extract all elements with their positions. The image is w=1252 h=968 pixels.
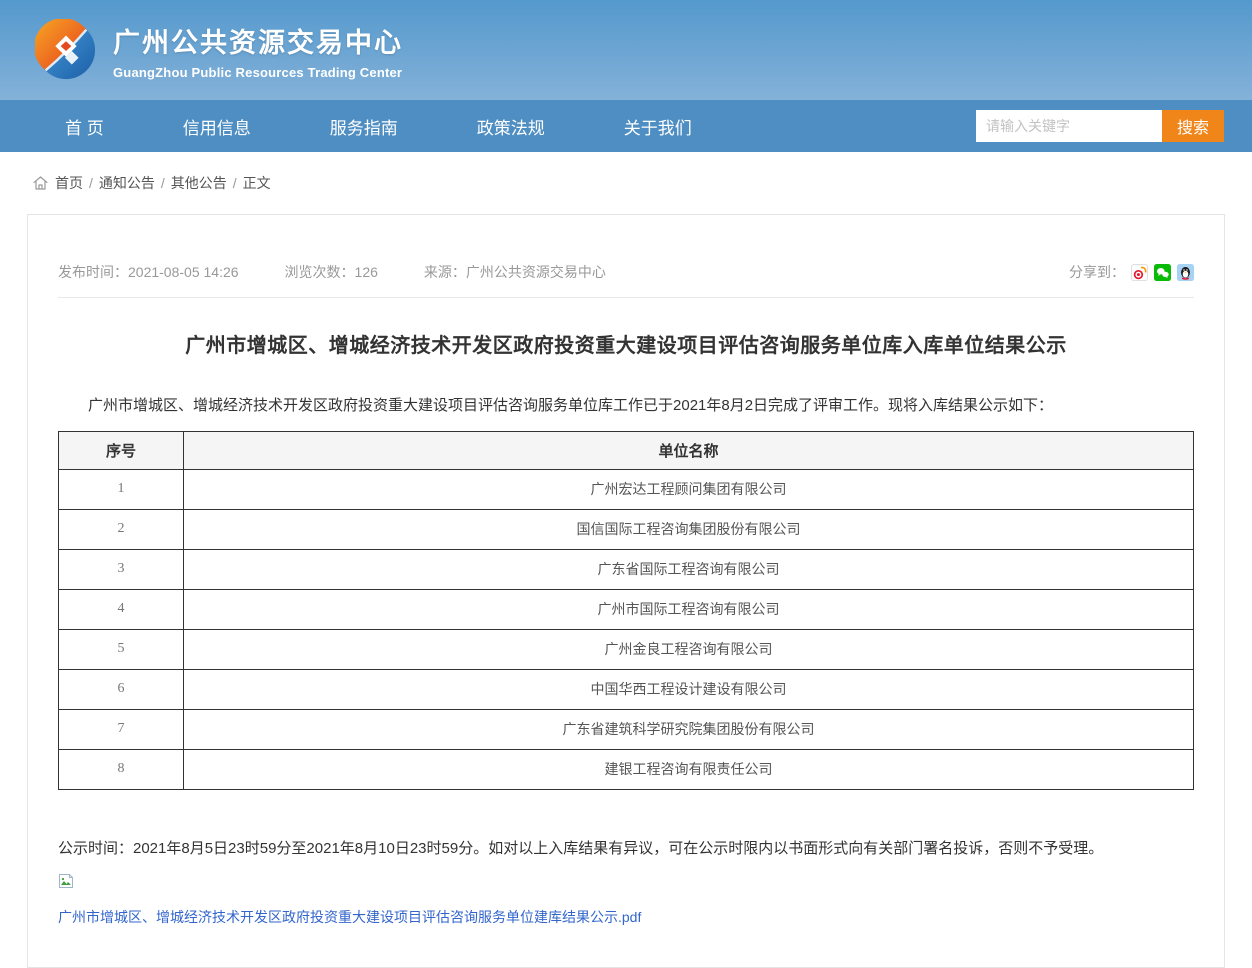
meta-divider xyxy=(58,297,1194,298)
site-title: 广州公共资源交易中心 xyxy=(113,21,403,60)
article-source: 来源：广州公共资源交易中心 xyxy=(424,262,606,282)
table-row: 1 广州宏达工程顾问集团有限公司 xyxy=(59,469,1194,509)
row-name: 广州宏达工程顾问集团有限公司 xyxy=(184,469,1194,509)
share-label: 分享到： xyxy=(1069,262,1125,282)
table-row: 4 广州市国际工程咨询有限公司 xyxy=(59,589,1194,629)
row-name: 广东省建筑科学研究院集团股份有限公司 xyxy=(184,709,1194,749)
table-row: 6 中国华西工程设计建设有限公司 xyxy=(59,669,1194,709)
row-no: 2 xyxy=(59,509,184,549)
attachment-pdf-link[interactable]: 广州市增城区、增城经济技术开发区政府投资重大建设项目评估咨询服务单位建库结果公示… xyxy=(58,907,641,927)
home-icon xyxy=(33,176,48,190)
row-name: 国信国际工程咨询集团股份有限公司 xyxy=(184,509,1194,549)
row-name: 广州金良工程咨询有限公司 xyxy=(184,629,1194,669)
nav-item-service-guide[interactable]: 服务指南 xyxy=(330,114,398,139)
breadcrumb-current: 正文 xyxy=(243,173,271,193)
row-no: 8 xyxy=(59,749,184,789)
row-name: 中国华西工程设计建设有限公司 xyxy=(184,669,1194,709)
nav-item-credit-info[interactable]: 信用信息 xyxy=(183,114,251,139)
table-row: 2 国信国际工程咨询集团股份有限公司 xyxy=(59,509,1194,549)
breadcrumb: 首页 / 通知公告 / 其他公告 / 正文 xyxy=(0,152,1252,214)
column-header-name: 单位名称 xyxy=(184,431,1194,469)
logo-icon xyxy=(35,19,97,81)
breadcrumb-notices[interactable]: 通知公告 xyxy=(99,173,155,193)
brand-block: 广州公共资源交易中心 GuangZhou Public Resources Tr… xyxy=(113,21,403,80)
publish-time: 发布时间：2021-08-05 14:26 xyxy=(58,262,239,282)
table-row: 8 建银工程咨询有限责任公司 xyxy=(59,749,1194,789)
row-name: 广州市国际工程咨询有限公司 xyxy=(184,589,1194,629)
search-input[interactable] xyxy=(976,110,1162,142)
row-no: 4 xyxy=(59,589,184,629)
search-box: 搜索 xyxy=(976,110,1224,142)
broken-image-icon xyxy=(58,873,1194,894)
article-meta: 发布时间：2021-08-05 14:26 浏览次数：126 来源：广州公共资源… xyxy=(58,215,1194,282)
breadcrumb-separator: / xyxy=(161,175,165,191)
site-header: 广州公共资源交易中心 GuangZhou Public Resources Tr… xyxy=(0,0,1252,100)
row-name: 广东省国际工程咨询有限公司 xyxy=(184,549,1194,589)
result-table: 序号 单位名称 1 广州宏达工程顾问集团有限公司 2 国信国际工程咨询集团股份有… xyxy=(58,431,1194,790)
row-no: 3 xyxy=(59,549,184,589)
row-no: 7 xyxy=(59,709,184,749)
main-nav: 首 页 信用信息 服务指南 政策法规 关于我们 搜索 xyxy=(0,100,1252,152)
article-title: 广州市增城区、增城经济技术开发区政府投资重大建设项目评估咨询服务单位库入库单位结… xyxy=(58,329,1194,358)
table-header-row: 序号 单位名称 xyxy=(59,431,1194,469)
nav-item-policies[interactable]: 政策法规 xyxy=(477,114,545,139)
search-button[interactable]: 搜索 xyxy=(1162,110,1224,142)
table-row: 5 广州金良工程咨询有限公司 xyxy=(59,629,1194,669)
article-intro: 广州市增城区、增城经济技术开发区政府投资重大建设项目评估咨询服务单位库工作已于2… xyxy=(58,395,1194,418)
weibo-icon[interactable] xyxy=(1131,264,1148,281)
nav-item-home[interactable]: 首 页 xyxy=(65,114,104,139)
nav-items: 首 页 信用信息 服务指南 政策法规 关于我们 xyxy=(65,114,771,139)
breadcrumb-separator: / xyxy=(233,175,237,191)
site-subtitle: GuangZhou Public Resources Trading Cente… xyxy=(113,65,403,80)
nav-item-about-us[interactable]: 关于我们 xyxy=(624,114,692,139)
view-count: 浏览次数：126 xyxy=(285,262,378,282)
table-row: 7 广东省建筑科学研究院集团股份有限公司 xyxy=(59,709,1194,749)
breadcrumb-other-notices[interactable]: 其他公告 xyxy=(171,173,227,193)
column-header-no: 序号 xyxy=(59,431,184,469)
site-logo xyxy=(35,19,97,81)
wechat-icon[interactable] xyxy=(1154,264,1171,281)
qq-icon[interactable] xyxy=(1177,264,1194,281)
share-bar: 分享到： xyxy=(1069,262,1194,282)
publicity-notice: 公示时间：2021年8月5日23时59分至2021年8月10日23时59分。如对… xyxy=(58,838,1194,861)
breadcrumb-separator: / xyxy=(89,175,93,191)
row-name: 建银工程咨询有限责任公司 xyxy=(184,749,1194,789)
row-no: 1 xyxy=(59,469,184,509)
breadcrumb-home[interactable]: 首页 xyxy=(55,173,83,193)
table-row: 3 广东省国际工程咨询有限公司 xyxy=(59,549,1194,589)
row-no: 6 xyxy=(59,669,184,709)
article-card: 发布时间：2021-08-05 14:26 浏览次数：126 来源：广州公共资源… xyxy=(27,214,1225,968)
row-no: 5 xyxy=(59,629,184,669)
